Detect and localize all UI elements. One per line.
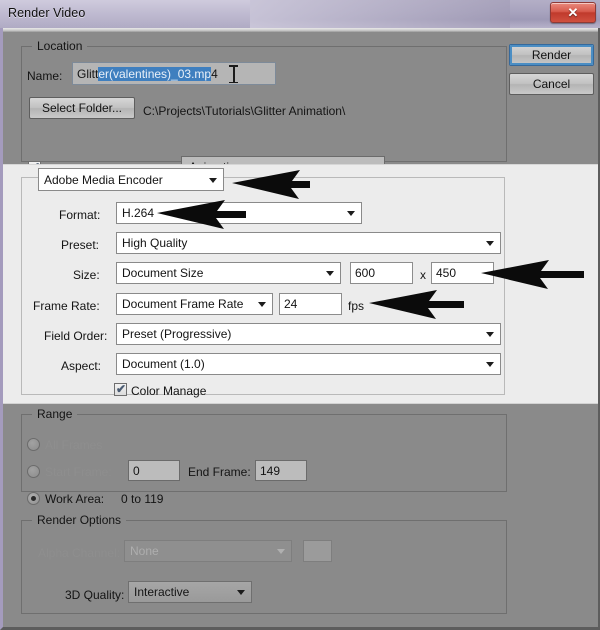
alpha-channel-label: Alpha Channel: <box>38 546 121 560</box>
preset-label: Preset: <box>61 238 100 252</box>
encoder-select[interactable]: Adobe Media Encoder <box>38 168 224 191</box>
dialog-body: Render Cancel Location Name: Glitter(val… <box>0 28 600 630</box>
field-order-label: Field Order: <box>44 329 108 343</box>
chevron-down-icon <box>258 302 266 307</box>
name-value-prefix: Glitt <box>77 66 99 81</box>
location-legend: Location <box>32 39 88 53</box>
format-label: Format: <box>59 208 101 222</box>
alpha-channel-select: None <box>124 540 292 562</box>
close-icon: ✕ <box>567 5 579 20</box>
window-title: Render Video <box>8 6 86 20</box>
color-manage-checkbox[interactable]: ✔ <box>114 382 127 396</box>
encoder-panel: Adobe Media Encoder Format: H.264 Preset… <box>3 164 598 404</box>
chevron-down-icon <box>237 590 245 595</box>
chevron-down-icon <box>277 549 285 554</box>
aspect-select[interactable]: Document (1.0) <box>116 353 501 375</box>
alpha-color-swatch <box>303 540 332 562</box>
chevron-down-icon <box>209 177 217 183</box>
render-button[interactable]: Render <box>509 44 594 66</box>
size-width-input[interactable]: 600 <box>350 262 413 284</box>
name-value-suffix: 4 <box>211 66 218 81</box>
radio-start-frame[interactable] <box>27 465 40 478</box>
render-options-legend: Render Options <box>32 513 127 527</box>
size-select[interactable]: Document Size <box>116 262 341 284</box>
chevron-down-icon <box>486 362 494 367</box>
check-icon: ✔ <box>116 382 127 396</box>
chevron-down-icon <box>486 332 494 337</box>
chevron-down-icon <box>326 271 334 276</box>
name-value-selected: er(valentines)_03.mp <box>98 66 212 81</box>
quality-label: 3D Quality: <box>65 588 125 602</box>
radio-all-frames[interactable] <box>27 438 40 451</box>
preset-select[interactable]: High Quality <box>116 232 501 254</box>
frame-rate-label: Frame Rate: <box>33 299 100 313</box>
color-manage-label: Color Manage <box>131 384 207 398</box>
quality-select[interactable]: Interactive <box>128 581 252 603</box>
select-folder-button[interactable]: Select Folder... <box>29 97 135 119</box>
dialog-top-separator <box>3 28 598 32</box>
range-legend: Range <box>32 407 78 421</box>
size-x-label: x <box>420 268 426 282</box>
chevron-down-icon <box>486 241 494 246</box>
name-input[interactable]: Glitter(valentines)_03.mp4 <box>72 62 276 85</box>
frame-rate-input[interactable]: 24 <box>279 293 342 315</box>
title-bar: Render Video ✕ <box>0 0 600 28</box>
fps-label: fps <box>348 299 365 313</box>
aspect-label: Aspect: <box>61 359 102 373</box>
field-order-select[interactable]: Preset (Progressive) <box>116 323 501 345</box>
size-label: Size: <box>73 268 100 282</box>
frame-rate-select[interactable]: Document Frame Rate <box>116 293 273 315</box>
end-frame-label: End Frame: <box>188 465 251 479</box>
work-area-label: Work Area: <box>45 492 105 506</box>
chevron-down-icon <box>347 211 355 216</box>
title-bar-sheen-right <box>250 0 510 28</box>
name-label: Name: <box>27 69 63 83</box>
work-area-value: 0 to 119 <box>121 492 164 506</box>
close-button[interactable]: ✕ <box>550 2 596 23</box>
start-frame-label: Start Frame: <box>45 465 112 479</box>
radio-work-area[interactable] <box>27 492 40 505</box>
cancel-button[interactable]: Cancel <box>509 73 594 95</box>
size-height-input[interactable]: 450 <box>431 262 494 284</box>
end-frame-input[interactable]: 149 <box>255 460 307 481</box>
format-select[interactable]: H.264 <box>116 202 362 224</box>
all-frames-label: All Frames <box>45 438 103 452</box>
render-video-dialog: Render Video ✕ Render Cancel Location Na… <box>0 0 600 630</box>
start-frame-input[interactable]: 0 <box>128 460 180 481</box>
folder-path: C:\Projects\Tutorials\Glitter Animation\ <box>143 104 346 118</box>
